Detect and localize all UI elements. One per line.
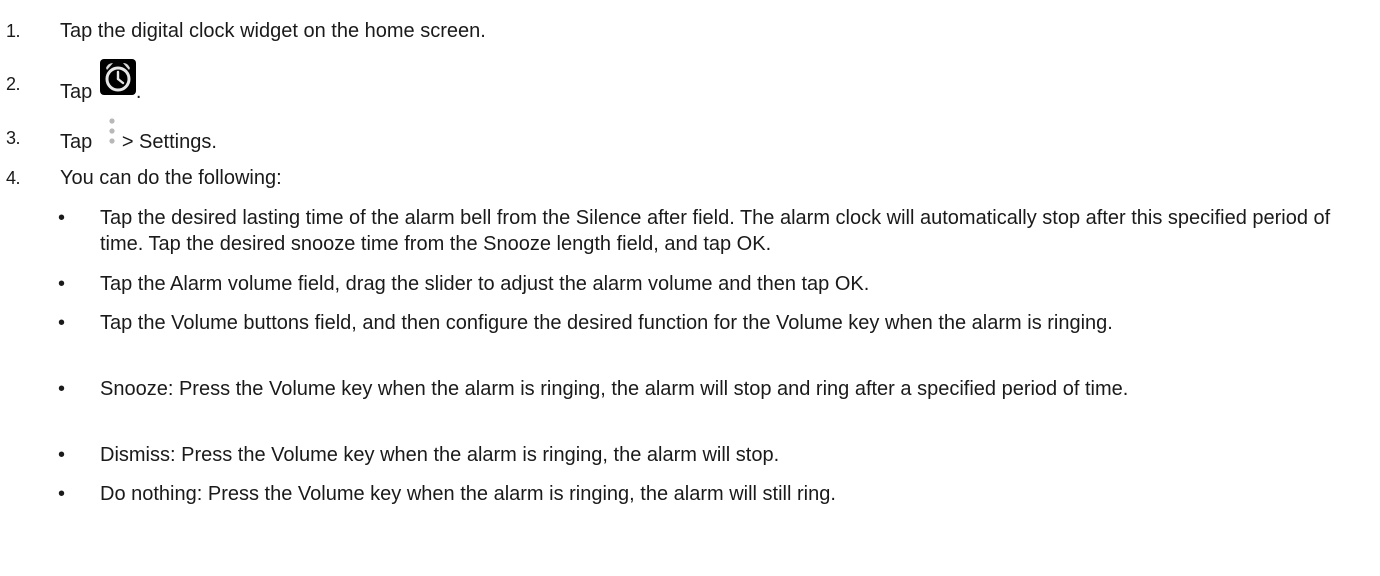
list-item-text: Tap the desired lasting time of the alar… <box>100 207 1331 255</box>
list-item-text: Dismiss: Press the Volume key when the a… <box>100 444 780 466</box>
instruction-document: 1. Tap the digital clock widget on the h… <box>0 0 1380 576</box>
bullet-marker: • <box>58 483 66 505</box>
step-text-pre: Tap <box>60 80 93 103</box>
list-item-text: Tap the Volume buttons field, and then c… <box>100 312 1113 334</box>
bullet-marker: • <box>58 207 66 229</box>
list-item-text: Tap the Alarm volume field, drag the sli… <box>100 273 870 295</box>
step-text: Tap . <box>60 59 142 114</box>
step-number: 4. <box>6 168 21 188</box>
list-item-text: Do nothing: Press the Volume key when th… <box>100 483 836 505</box>
step-text-post: . <box>135 80 142 103</box>
bullet-marker: • <box>58 273 66 295</box>
step-number: 1. <box>6 21 21 41</box>
step-number: 3. <box>6 128 21 148</box>
overflow-menu-icon <box>108 117 116 152</box>
step-text: You can do the following: <box>60 167 282 189</box>
bullet-marker: • <box>58 312 66 334</box>
step-text-pre: Tap <box>60 130 93 153</box>
list-item-text: Snooze: Press the Volume key when the al… <box>100 378 1129 400</box>
step-text: Tap the digital clock widget on the home… <box>60 20 486 42</box>
bullet-marker: • <box>58 378 66 400</box>
bullet-marker: • <box>58 444 66 466</box>
alarm-clock-icon <box>99 59 136 102</box>
step-text-post: > Settings. <box>121 130 217 153</box>
step-number: 2. <box>6 74 21 94</box>
step-text: Tap > Settings. <box>60 118 217 160</box>
